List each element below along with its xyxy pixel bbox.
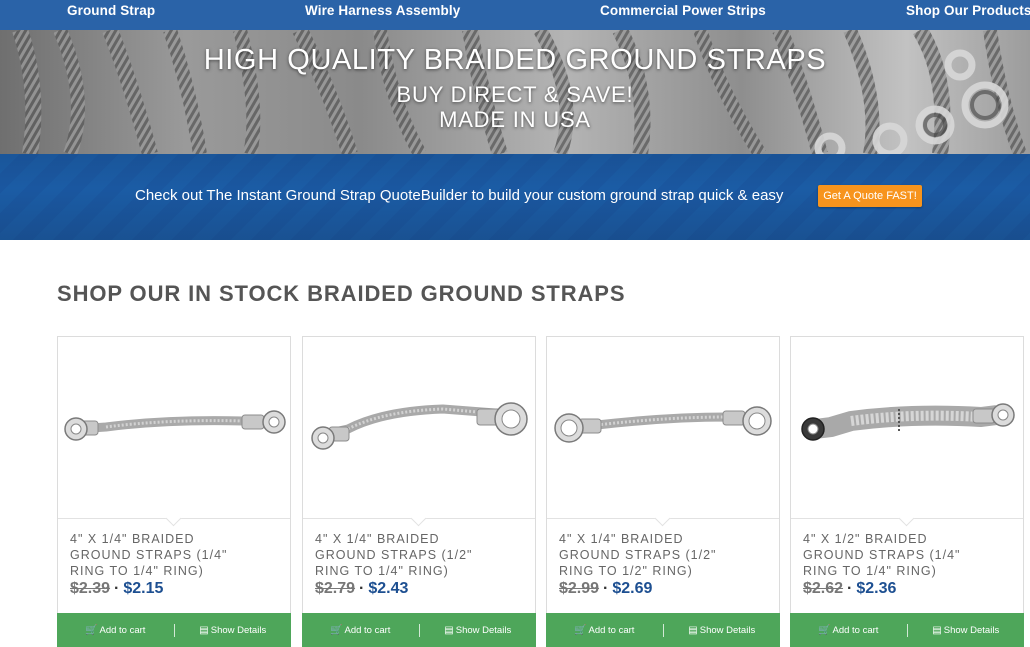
hero-subtitle-made-in-usa: MADE IN USA	[439, 107, 591, 132]
add-to-cart-button[interactable]: 🛒 Add to cart	[546, 613, 663, 647]
price-separator: ·	[114, 580, 120, 597]
hero-title: HIGH QUALITY BRAIDED GROUND STRAPS	[203, 44, 827, 76]
add-to-cart-button[interactable]: 🛒 Add to cart	[57, 613, 174, 647]
cart-icon: 🛒	[574, 624, 587, 636]
show-details-label: Show Details	[699, 624, 756, 636]
product-image[interactable]	[547, 337, 779, 519]
product-card: 4" X 1/4" BRAIDED GROUND STRAPS (1/4" RI…	[57, 336, 291, 647]
hero-subtitle-buy-direct: BUY DIRECT & SAVE!	[396, 82, 634, 107]
document-icon: ▤	[199, 624, 209, 636]
sale-price: $2.43	[368, 580, 409, 597]
cart-icon: 🛒	[330, 624, 343, 636]
section-title: SHOP OUR IN STOCK BRAIDED GROUND STRAPS	[57, 281, 626, 306]
add-to-cart-label: Add to cart	[588, 624, 635, 636]
get-a-quote-button[interactable]: Get A Quote FAST!	[818, 185, 922, 207]
old-price: $2.62	[803, 580, 844, 597]
show-details-button[interactable]: ▤ Show Details	[908, 613, 1025, 647]
nav-wire-harness-assembly[interactable]: Wire Harness Assembly	[305, 0, 460, 30]
old-price: $2.99	[559, 580, 600, 597]
card-actions: 🛒 Add to cart ▤ Show Details	[57, 613, 291, 647]
price-separator: ·	[847, 580, 853, 597]
top-nav: Ground Strap Wire Harness Assembly Comme…	[0, 0, 1030, 30]
price-separator: ·	[359, 580, 365, 597]
nav-commercial-power-strips[interactable]: Commercial Power Strips	[600, 0, 766, 30]
product-card: 4" X 1/4" BRAIDED GROUND STRAPS (1/2" RI…	[546, 336, 780, 647]
sale-price: $2.15	[123, 580, 164, 597]
old-price: $2.79	[315, 580, 356, 597]
product-price: $2.79 · $2.43	[315, 580, 408, 598]
document-icon: ▤	[932, 624, 942, 636]
sale-price: $2.36	[856, 580, 897, 597]
sale-price: $2.69	[612, 580, 653, 597]
document-icon: ▤	[688, 624, 698, 636]
show-details-label: Show Details	[210, 624, 267, 636]
cart-icon: 🛒	[85, 624, 98, 636]
price-separator: ·	[603, 580, 609, 597]
product-name[interactable]: 4" X 1/2" BRAIDED GROUND STRAPS (1/4" RI…	[803, 531, 973, 579]
product-name[interactable]: 4" X 1/4" BRAIDED GROUND STRAPS (1/2" RI…	[315, 531, 485, 579]
product-card: 4" X 1/2" BRAIDED GROUND STRAPS (1/4" RI…	[790, 336, 1024, 647]
add-to-cart-label: Add to cart	[832, 624, 879, 636]
product-name[interactable]: 4" X 1/4" BRAIDED GROUND STRAPS (1/2" RI…	[559, 531, 729, 579]
show-details-button[interactable]: ▤ Show Details	[175, 613, 292, 647]
add-to-cart-button[interactable]: 🛒 Add to cart	[302, 613, 419, 647]
add-to-cart-label: Add to cart	[99, 624, 146, 636]
product-price: $2.62 · $2.36	[803, 580, 896, 598]
product-price: $2.99 · $2.69	[559, 580, 652, 598]
card-actions: 🛒 Add to cart ▤ Show Details	[546, 613, 780, 647]
card-actions: 🛒 Add to cart ▤ Show Details	[302, 613, 536, 647]
cart-icon: 🛒	[818, 624, 831, 636]
product-name[interactable]: 4" X 1/4" BRAIDED GROUND STRAPS (1/4" RI…	[70, 531, 240, 579]
nav-ground-strap[interactable]: Ground Strap	[67, 0, 155, 30]
product-image[interactable]	[791, 337, 1023, 519]
show-details-label: Show Details	[455, 624, 512, 636]
show-details-button[interactable]: ▤ Show Details	[420, 613, 537, 647]
hero-banner: HIGH QUALITY BRAIDED GROUND STRAPS BUY D…	[0, 30, 1030, 154]
show-details-label: Show Details	[943, 624, 1000, 636]
nav-shop-our-products[interactable]: Shop Our Products	[906, 0, 1030, 30]
product-price: $2.39 · $2.15	[70, 580, 163, 598]
document-icon: ▤	[444, 624, 454, 636]
product-image[interactable]	[58, 337, 290, 519]
promo-text: Check out The Instant Ground Strap Quote…	[135, 187, 784, 204]
show-details-button[interactable]: ▤ Show Details	[664, 613, 781, 647]
add-to-cart-label: Add to cart	[344, 624, 391, 636]
product-image[interactable]	[303, 337, 535, 519]
add-to-cart-button[interactable]: 🛒 Add to cart	[790, 613, 907, 647]
old-price: $2.39	[70, 580, 111, 597]
card-actions: 🛒 Add to cart ▤ Show Details	[790, 613, 1024, 647]
product-card: 4" X 1/4" BRAIDED GROUND STRAPS (1/2" RI…	[302, 336, 536, 647]
